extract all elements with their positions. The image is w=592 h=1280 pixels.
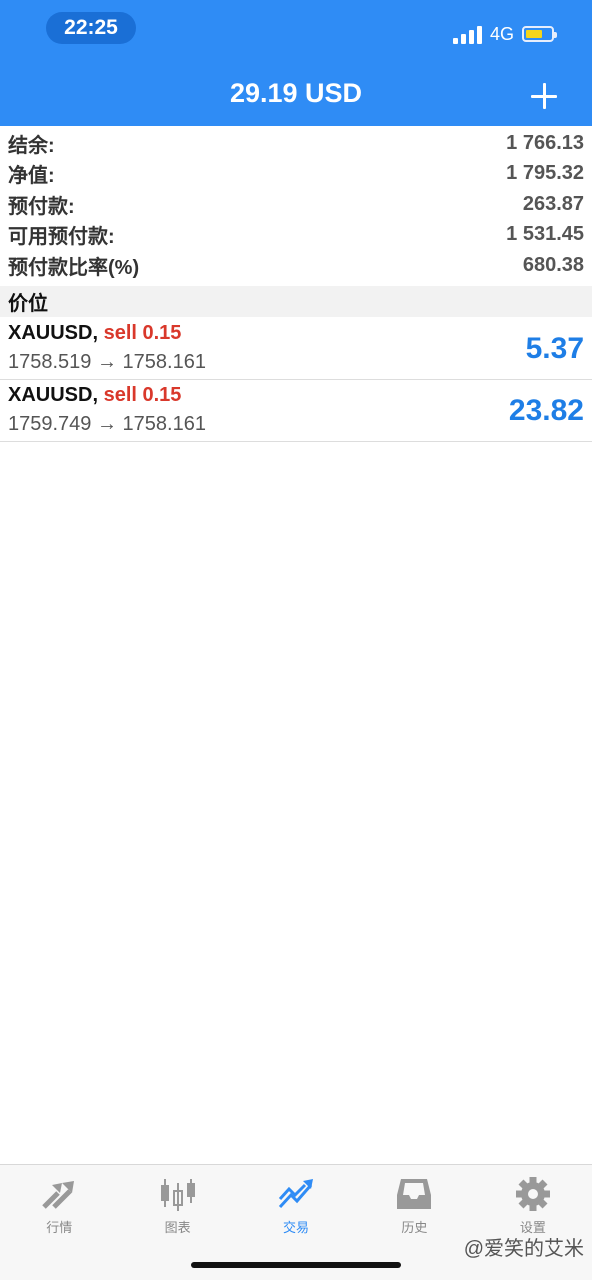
history-inbox-icon [394, 1175, 434, 1213]
summary-row-margin-level: 预付款比率(%) 680.38 [0, 250, 592, 281]
summary-value: 1 531.45 [506, 223, 584, 246]
position-prices: 1759.749 → 1758.161 [8, 413, 206, 435]
summary-label: 可用预付款: [8, 226, 115, 249]
tab-quotes[interactable]: 行情 [0, 1165, 118, 1245]
tab-label: 行情 [46, 1220, 73, 1235]
position-title: XAUUSD, sell 0.15 [8, 384, 181, 407]
tab-label: 历史 [401, 1220, 428, 1235]
plus-icon[interactable] [524, 76, 564, 116]
home-indicator[interactable] [191, 1262, 401, 1268]
summary-value: 263.87 [522, 192, 584, 215]
position-symbol: XAUUSD, [8, 384, 99, 406]
tab-history[interactable]: 历史 [355, 1165, 473, 1245]
position-prices: 1758.519 → 1758.161 [8, 351, 206, 373]
summary-row-balance: 结余: 1 766.13 [0, 128, 592, 159]
position-row[interactable]: XAUUSD, sell 0.15 1758.519 → 1758.161 5.… [0, 318, 592, 380]
position-title: XAUUSD, sell 0.15 [8, 322, 181, 345]
gear-icon [513, 1175, 553, 1213]
account-summary: 结余: 1 766.13 净值: 1 795.32 预付款: 263.87 可用… [0, 128, 592, 281]
page-title: 29.19 USD [229, 78, 363, 108]
position-profit: 5.37 [525, 332, 584, 365]
position-profit: 23.82 [508, 394, 584, 427]
position-symbol: XAUUSD, [8, 322, 99, 344]
tab-trade[interactable]: 交易 [237, 1165, 355, 1245]
positions-section-header: 价位 [0, 286, 592, 317]
summary-value: 680.38 [522, 253, 584, 276]
status-time: 22:25 [46, 12, 136, 44]
status-indicators: 4G [452, 20, 557, 48]
positions-list: XAUUSD, sell 0.15 1758.519 → 1758.161 5.… [0, 318, 592, 442]
tab-label: 图表 [164, 1220, 191, 1235]
signal-icon [452, 24, 482, 44]
watermark: @爱笑的艾米 [463, 1238, 584, 1260]
network-type: 4G [489, 23, 514, 44]
summary-label: 净值: [8, 165, 55, 188]
tab-label: 交易 [283, 1220, 310, 1235]
position-side: sell 0.15 [103, 322, 182, 344]
quotes-arrows-icon [39, 1175, 79, 1213]
battery-icon [522, 26, 557, 42]
summary-row-equity: 净值: 1 795.32 [0, 159, 592, 190]
summary-row-free-margin: 可用预付款: 1 531.45 [0, 220, 592, 251]
app-header: 22:25 4G 29.19 USD [0, 0, 592, 126]
summary-label: 结余: [8, 134, 55, 157]
position-side: sell 0.15 [103, 384, 182, 406]
position-row[interactable]: XAUUSD, sell 0.15 1759.749 → 1758.161 23… [0, 380, 592, 442]
tab-charts[interactable]: 图表 [118, 1165, 236, 1245]
summary-label: 预付款比率(%) [8, 256, 140, 279]
summary-label: 预付款: [8, 195, 75, 218]
summary-row-margin: 预付款: 263.87 [0, 189, 592, 220]
summary-value: 1 766.13 [506, 131, 584, 154]
trade-trend-icon [276, 1175, 316, 1213]
summary-value: 1 795.32 [506, 162, 584, 185]
candlestick-chart-icon [158, 1175, 198, 1213]
